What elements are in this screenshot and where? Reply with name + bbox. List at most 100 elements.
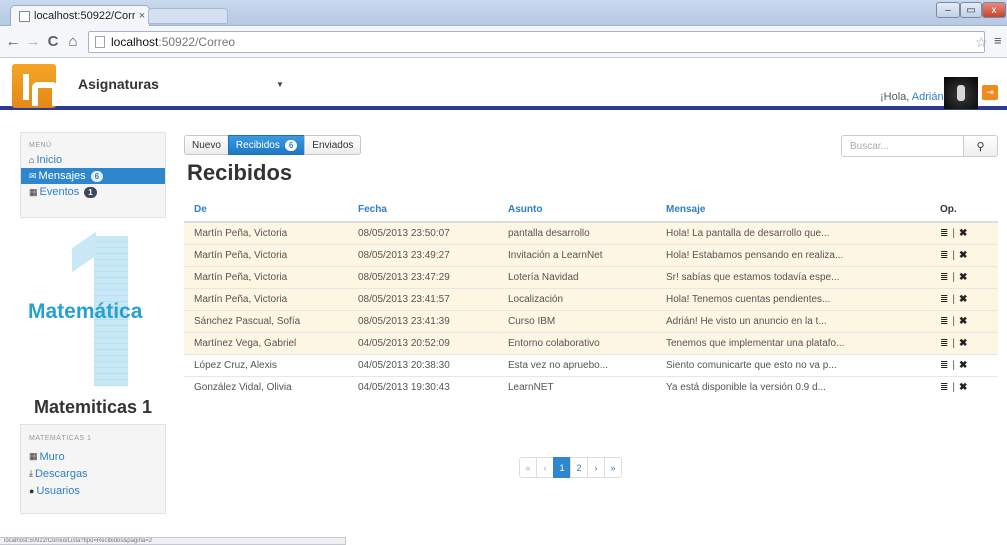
table-row[interactable]: Martín Peña, Victoria 08/05/2013 23:49:27… [184, 243, 998, 266]
table-row[interactable]: Sánchez Pascual, Sofía 08/05/2013 23:41:3… [184, 309, 998, 332]
page-2-button[interactable]: 2 [570, 457, 588, 478]
table-row[interactable]: López Cruz, Alexis 04/05/2013 20:38:30 Est… [184, 353, 998, 376]
course-dropdown[interactable]: Asignaturas ▼ [60, 70, 308, 98]
sidebar-item-inicio[interactable]: ⌂ Inicio [21, 152, 165, 168]
column-header-mensaje[interactable]: Mensaje [656, 197, 930, 223]
view-list-icon[interactable]: ≣ [940, 338, 948, 349]
inbox-button[interactable]: Recibidos 6 [227, 135, 306, 155]
delete-icon[interactable]: ✖ [959, 228, 967, 239]
mailbox-button-group: Nuevo Recibidos 6 Enviados [184, 135, 362, 155]
prev-page-button[interactable]: ‹ [536, 457, 554, 478]
course-item-descargas[interactable]: ⤓ Descargas [21, 465, 165, 482]
action-separator: | [952, 227, 955, 239]
search-input[interactable] [841, 135, 964, 157]
delete-icon[interactable]: ✖ [959, 338, 967, 349]
new-tab-button[interactable] [148, 8, 228, 24]
delete-icon[interactable]: ✖ [959, 382, 967, 393]
reload-icon[interactable]: C [44, 32, 62, 52]
menu-header: MENÚ [29, 142, 52, 149]
greeting-prefix: ¡Hola, [880, 91, 912, 103]
cell-mensaje: Hola! La pantalla de desarrollo que... [656, 221, 930, 244]
view-list-icon[interactable]: ≣ [940, 294, 948, 305]
view-list-icon[interactable]: ≣ [940, 272, 948, 283]
unread-count-badge: 6 [90, 170, 104, 182]
inbox-button-label: Recibidos [235, 139, 280, 151]
tab-close-icon[interactable]: × [135, 10, 149, 22]
view-list-icon[interactable]: ≣ [940, 316, 948, 327]
cell-asunto: LearnNET [498, 375, 656, 398]
search-icon: ⚲ [976, 140, 985, 153]
url-host: localhost [111, 35, 159, 49]
cell-fecha: 08/05/2013 23:49:27 [348, 243, 498, 266]
new-message-button[interactable]: Nuevo [184, 135, 229, 155]
tab-title: localhost:50922/Correo [34, 10, 135, 22]
cell-mensaje: Siento comunicarte que esto no va p... [656, 353, 930, 376]
next-page-button[interactable]: › [587, 457, 605, 478]
course-item-label: Usuarios [36, 484, 80, 497]
course-dropdown-label: Asignaturas [78, 76, 159, 92]
delete-icon[interactable]: ✖ [959, 316, 967, 327]
app-logo[interactable] [12, 64, 58, 108]
table-row[interactable]: Martín Peña, Victoria 08/05/2013 23:47:29… [184, 265, 998, 288]
table-row[interactable]: González Vidal, Olivia 04/05/2013 19:30:4… [184, 375, 998, 398]
first-page-button[interactable]: « [519, 457, 537, 478]
column-header-asunto[interactable]: Asunto [498, 197, 656, 223]
bookmark-star-icon[interactable]: ☆ [975, 34, 988, 51]
delete-icon[interactable]: ✖ [959, 250, 967, 261]
back-arrow-icon[interactable]: ← [4, 32, 22, 52]
home-page-icon[interactable]: ⌂ [64, 32, 82, 52]
table-row[interactable]: Martínez Vega, Gabriel 04/05/2013 20:52:0… [184, 331, 998, 354]
column-header-fecha[interactable]: Fecha [348, 197, 498, 223]
delete-icon[interactable]: ✖ [959, 360, 967, 371]
course-item-usuarios[interactable]: ● Usuarios [21, 482, 165, 499]
browser-tabstrip: localhost:50922/Correo × – ▭ x [0, 0, 1007, 26]
cell-asunto: Curso IBM [498, 309, 656, 332]
pagination: « ‹ 1 2 › » [519, 457, 622, 478]
delete-icon[interactable]: ✖ [959, 272, 967, 283]
sidebar-item-eventos[interactable]: ▦ Eventos 1 [21, 184, 165, 200]
cell-asunto: pantalla desarrollo [498, 221, 656, 244]
column-header-de[interactable]: De [184, 197, 348, 223]
page-icon [95, 36, 105, 48]
table-row[interactable]: Martín Peña, Victoria 08/05/2013 23:41:57… [184, 287, 998, 310]
view-list-icon[interactable]: ≣ [940, 360, 948, 371]
avatar[interactable] [944, 77, 978, 109]
row-actions: ≣ | ✖ [940, 250, 998, 261]
sent-button[interactable]: Enviados [304, 135, 362, 155]
row-actions: ≣ | ✖ [940, 382, 998, 393]
course-item-muro[interactable]: ▦ Muro [21, 448, 165, 465]
cell-fecha: 04/05/2013 20:38:30 [348, 353, 498, 376]
table-row[interactable]: Martín Peña, Victoria 08/05/2013 23:50:07… [184, 221, 998, 244]
cell-op: ≣ | ✖ [930, 243, 998, 266]
cell-mensaje: Tenemos que implementar una platafo... [656, 331, 930, 354]
cell-fecha: 08/05/2013 23:47:29 [348, 265, 498, 288]
close-window-button[interactable]: x [982, 2, 1006, 18]
envelope-icon: ✉ [29, 170, 37, 181]
maximize-window-button[interactable]: ▭ [960, 2, 982, 18]
browser-tab[interactable]: localhost:50922/Correo × [10, 5, 150, 26]
cell-fecha: 08/05/2013 23:50:07 [348, 221, 498, 244]
course-menu-header: MATEMÁTICAS 1 [29, 435, 92, 442]
cell-op: ≣ | ✖ [930, 375, 998, 398]
browser-menu-icon[interactable]: ≡ [994, 33, 1002, 48]
cell-de: González Vidal, Olivia [184, 375, 348, 398]
page-1-button[interactable]: 1 [553, 457, 571, 478]
delete-icon[interactable]: ✖ [959, 294, 967, 305]
address-bar[interactable]: localhost:50922/Correo [88, 31, 985, 53]
search-button[interactable]: ⚲ [964, 135, 998, 157]
row-actions: ≣ | ✖ [940, 360, 998, 371]
logout-icon[interactable]: ⇥ [982, 85, 998, 100]
view-list-icon[interactable]: ≣ [940, 382, 948, 393]
cell-mensaje: Ya está disponible la versión 0.9 d... [656, 375, 930, 398]
calendar-icon: ▦ [29, 186, 38, 197]
cell-op: ≣ | ✖ [930, 353, 998, 376]
user-name-link[interactable]: Adrián! [912, 91, 947, 103]
view-list-icon[interactable]: ≣ [940, 250, 948, 261]
cell-de: Martín Peña, Victoria [184, 265, 348, 288]
sidebar-item-mensajes[interactable]: ✉ Mensajes 6 [21, 168, 165, 184]
forward-arrow-icon[interactable]: → [24, 32, 42, 52]
minimize-window-button[interactable]: – [936, 2, 960, 18]
view-list-icon[interactable]: ≣ [940, 228, 948, 239]
course-item-label: Muro [39, 450, 65, 463]
last-page-button[interactable]: » [604, 457, 622, 478]
